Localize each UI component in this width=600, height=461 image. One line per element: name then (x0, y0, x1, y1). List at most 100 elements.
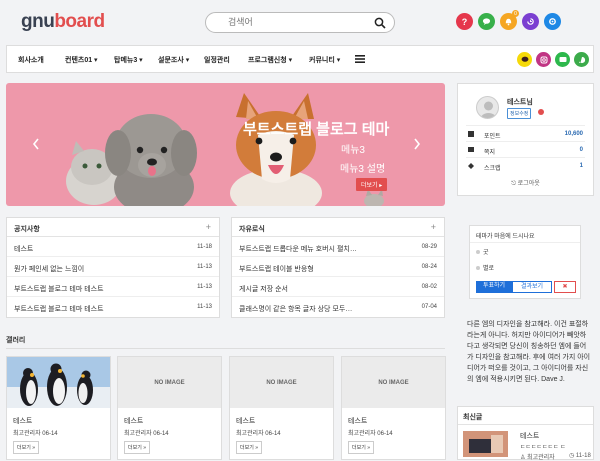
hamburger-icon[interactable] (355, 55, 365, 63)
settings-icon[interactable] (544, 13, 561, 30)
gallery-card-title[interactable]: 테스트 (236, 416, 255, 426)
nav-item-survey[interactable]: 설문조사 ▾ (158, 55, 189, 65)
logo-accent: board (54, 11, 105, 32)
list-item[interactable]: 테스트 11-18 (7, 237, 219, 257)
list-item[interactable]: 뭔가 페인세 없는 느낌이 11-13 (7, 257, 219, 277)
nav-item-label: 커뮤니티 (309, 57, 335, 64)
edit-profile-button[interactable]: 정보수정 (507, 108, 532, 119)
database-icon (468, 131, 474, 137)
post-title[interactable]: 부트스트랩 테이블 반응형 (239, 264, 314, 274)
poll-option-label: 굿 (483, 250, 489, 256)
chat-icon[interactable] (478, 13, 495, 30)
recent-post-title[interactable]: 테스트 (520, 431, 539, 441)
nav-item-contents[interactable]: 컨텐츠01 ▾ (65, 55, 98, 65)
notice-header: 공지사항 + (7, 218, 219, 237)
post-title[interactable]: 클래스명이 같은 항목 글자 상당 모두… (239, 304, 352, 314)
plus-icon[interactable]: + (206, 222, 211, 232)
blog-icon[interactable] (574, 52, 589, 67)
pin-icon (468, 163, 474, 169)
kakao-icon[interactable] (517, 52, 532, 67)
logo-main: gnu (21, 11, 55, 32)
poll-box: 테마가 마음에 드시나요 굿 별로 투표하기 결과보기 ✖ (469, 225, 581, 299)
message-icon[interactable] (555, 52, 570, 67)
nav-item-program[interactable]: 프로그램신청 ▾ (248, 55, 292, 65)
main-banner[interactable]: 부트스트랩 블로그 테마 메뉴3 메뉴3 설명 더보기 ▸ (6, 83, 445, 206)
result-button[interactable]: 결과보기 (512, 281, 552, 293)
site-logo[interactable]: gnuboard (21, 11, 105, 33)
memo-label: 쪽지 (484, 150, 496, 156)
logout-label: 로그아웃 (517, 181, 540, 187)
history-icon[interactable] (522, 13, 539, 30)
gallery-thumbnail[interactable]: NO IMAGE (230, 357, 333, 408)
poll-option-bad[interactable]: 별로 (476, 263, 494, 272)
gallery-card[interactable]: NO IMAGE 테스트 최고관리자 06-14 더보기 » (117, 356, 222, 460)
nav-item-schedule[interactable]: 일정관리 (204, 55, 230, 65)
faq-icon[interactable]: ? (456, 13, 473, 30)
post-title[interactable]: 부트스트랩 블로그 테마 테스트 (14, 304, 104, 314)
nav-item-company[interactable]: 회사소개 (18, 55, 44, 65)
list-item[interactable]: 게시글 저장 순서 08-02 (232, 277, 444, 297)
search-input[interactable] (228, 17, 368, 27)
gallery-thumbnail[interactable]: NO IMAGE (342, 357, 445, 408)
search-icon[interactable] (374, 17, 386, 29)
logout-button[interactable]: ⎋ 로그아웃 (458, 178, 593, 188)
recent-posts-box: 최신글 테스트 ㄷㄷㄷㄷㄷㄷㄷ ㄷ ♙ 최고관리자 ◷ 11-18 (457, 406, 594, 461)
scrap-row[interactable]: 스크랩 1 (466, 157, 585, 173)
post-title[interactable]: 테스트 (14, 244, 33, 254)
free-title[interactable]: 자유로식 (239, 224, 265, 234)
post-title[interactable]: 부트스트랩 드롭다운 메뉴 호버시 펼치… (239, 244, 357, 254)
penguins-image (7, 357, 110, 408)
banner-more-button[interactable]: 더보기 ▸ (356, 178, 388, 191)
point-value: 10,600 (564, 131, 583, 137)
chevron-right-icon[interactable] (412, 137, 422, 151)
list-item[interactable]: 클래스명이 같은 항목 글자 상당 모두… 07-04 (232, 297, 444, 317)
gallery-card-title[interactable]: 테스트 (124, 416, 143, 426)
gallery-more-button[interactable]: 더보기 » (124, 441, 150, 454)
radio-icon (476, 250, 480, 255)
banner-subtitle: 메뉴3 (341, 145, 365, 156)
post-title[interactable]: 뭔가 페인세 없는 느낌이 (14, 264, 84, 274)
notice-title[interactable]: 공지사항 (14, 224, 40, 234)
banner-description: 메뉴3 설명 (340, 164, 386, 175)
list-item[interactable]: 부트스트랩 블로그 테마 테스트 11-13 (7, 277, 219, 297)
gallery-card-meta: 최고관리자 06-14 (236, 431, 281, 437)
notification-badge: 0 (512, 10, 519, 17)
gallery-card-title[interactable]: 테스트 (13, 416, 32, 426)
free-board: 자유로식 + 부트스트랩 드롭다운 메뉴 호버시 펼치… 08-29 부트스트랩 … (231, 217, 445, 318)
gallery-card[interactable]: NO IMAGE 테스트 최고관리자 06-14 더보기 » (229, 356, 334, 460)
nav-item-topmenu3[interactable]: 탑메뉴3 ▾ (114, 55, 143, 65)
chevron-down-icon: ▾ (92, 57, 98, 64)
gallery-thumbnail[interactable]: NO IMAGE (118, 357, 221, 408)
gallery-card-meta: 최고관리자 06-14 (348, 431, 393, 437)
recent-thumbnail[interactable] (463, 431, 508, 457)
instagram-icon[interactable] (536, 52, 551, 67)
post-date: 08-29 (421, 244, 437, 250)
gallery-thumbnail[interactable] (7, 357, 110, 408)
post-date: 11-13 (197, 304, 212, 310)
chevron-left-icon[interactable] (31, 137, 41, 151)
gallery-more-button[interactable]: 더보기 » (348, 441, 374, 454)
list-item[interactable]: 부트스트랩 드롭다운 메뉴 호버시 펼치… 08-29 (232, 237, 444, 257)
list-item[interactable]: 부트스트랩 블로그 테마 테스트 11-13 (7, 297, 219, 317)
gallery-more-button[interactable]: 더보기 » (236, 441, 262, 454)
avatar[interactable] (476, 96, 499, 119)
point-row[interactable]: 포인트 10,600 (466, 125, 585, 141)
vote-button[interactable]: 투표하기 (476, 281, 512, 293)
gallery-card[interactable]: 테스트 최고관리자 06-14 더보기 » (6, 356, 111, 460)
nav-item-community[interactable]: 커뮤니티 ▾ (309, 55, 340, 65)
gallery-card-title[interactable]: 테스트 (348, 416, 367, 426)
post-title[interactable]: 부트스트랩 블로그 테마 테스트 (14, 284, 104, 294)
poll-close-button[interactable]: ✖ (554, 281, 576, 293)
gallery-card[interactable]: NO IMAGE 테스트 최고관리자 06-14 더보기 » (341, 356, 446, 460)
plus-icon[interactable]: + (431, 222, 436, 232)
recent-title[interactable]: 최신글 (463, 412, 482, 422)
gallery-more-button[interactable]: 더보기 » (13, 441, 39, 454)
gallery-title[interactable]: 갤러리 (6, 335, 25, 345)
close-icon[interactable] (538, 109, 544, 115)
free-header: 자유로식 + (232, 218, 444, 237)
poll-option-good[interactable]: 굿 (476, 247, 489, 256)
memo-row[interactable]: 쪽지 0 (466, 141, 585, 157)
list-item[interactable]: 부트스트랩 테이블 반응형 08-24 (232, 257, 444, 277)
post-title[interactable]: 게시글 저장 순서 (239, 284, 288, 294)
recent-author-name: 최고관리자 (527, 455, 555, 461)
